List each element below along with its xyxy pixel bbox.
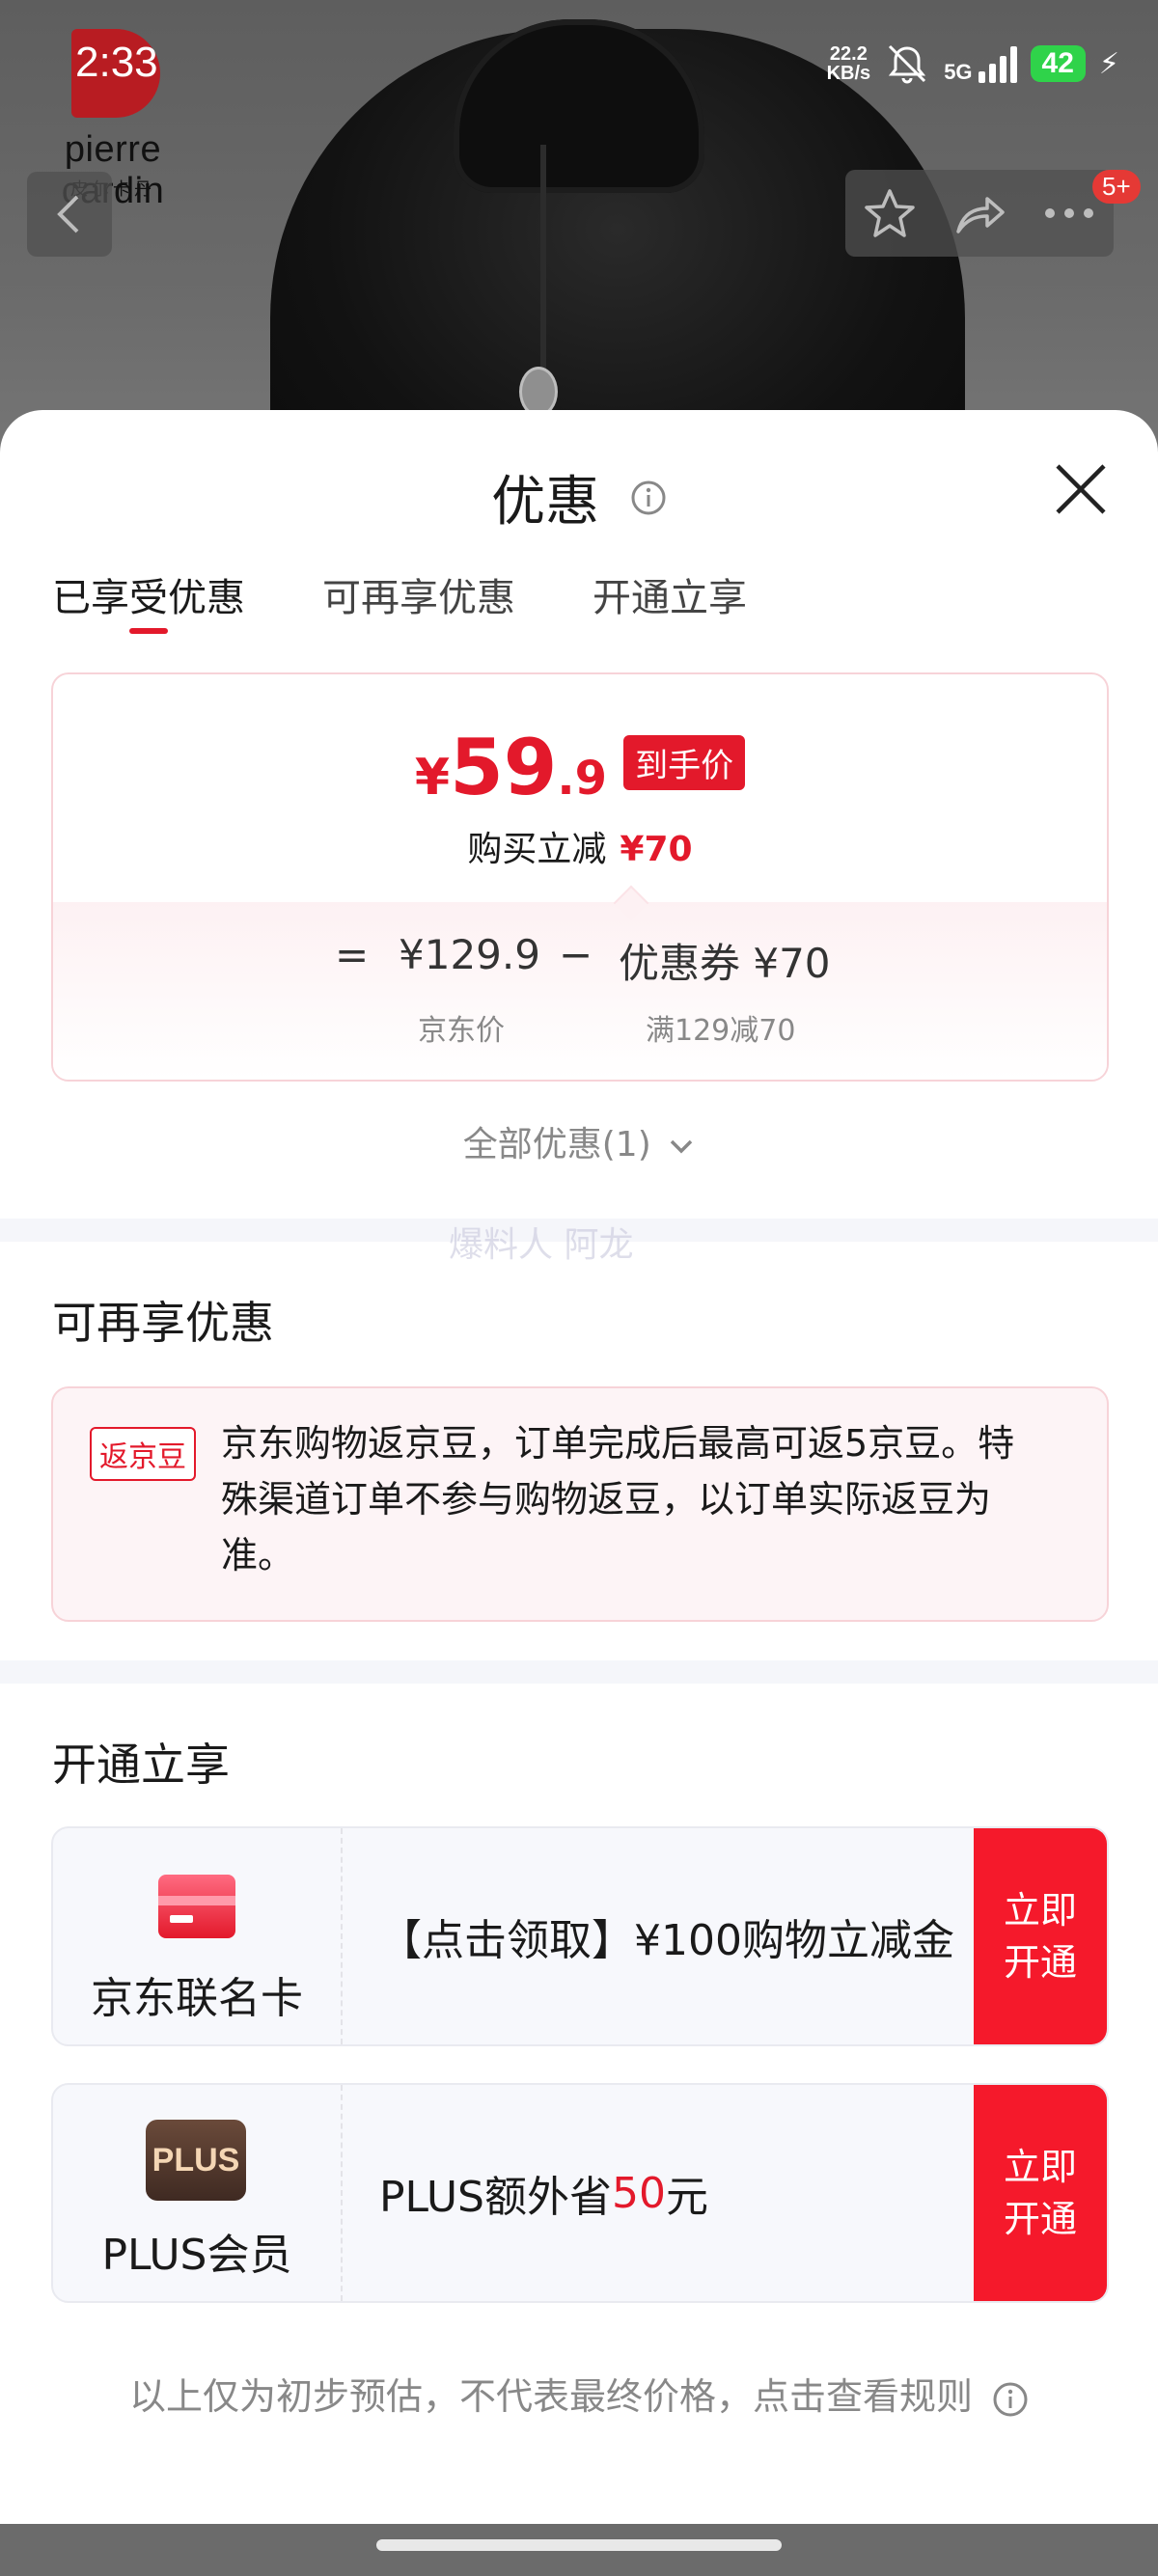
status-icons: 22.2 KB/s 5G 42 ⚡: [827, 37, 1119, 91]
chevron-left-icon: [57, 195, 79, 233]
offer-desc: PLUS额外省 50 元: [379, 2085, 708, 2301]
info-icon[interactable]: [630, 480, 667, 516]
credit-card-icon: [158, 1875, 235, 1938]
tab-label: 已享受优惠: [52, 576, 245, 620]
sheet-title: 优惠: [491, 471, 600, 534]
discount-tabs: 已享受优惠 可再享优惠 开通立享: [52, 566, 747, 634]
price-decimal: .9: [557, 752, 608, 806]
tab-label: 可再享优惠: [322, 576, 515, 620]
final-price-section: ¥59.9 到手价 购买立减 ¥70: [53, 674, 1107, 902]
offer-desc: 【点击领取】¥100购物立减金: [379, 1916, 954, 1965]
home-indicator[interactable]: [376, 2539, 782, 2551]
open-now-button[interactable]: 立即 开通: [974, 1828, 1107, 2044]
chevron-down-icon: [670, 1139, 693, 1154]
network-indicator: 5G: [944, 44, 1017, 84]
status-time: 2:33: [75, 39, 158, 86]
net-speed-unit: KB/s: [826, 63, 871, 84]
close-icon[interactable]: [1052, 460, 1110, 518]
more-discounts-title: 可再享优惠: [52, 1297, 274, 1349]
tab-more[interactable]: 可再享优惠: [322, 566, 515, 622]
minus-sign: −: [559, 931, 593, 978]
original-price-label: 京东价: [418, 1014, 505, 1048]
charging-icon: ⚡: [1098, 46, 1119, 81]
jd-beans-badge: 返京豆: [90, 1427, 196, 1481]
network-type: 5G: [944, 60, 973, 84]
back-button[interactable]: [27, 172, 112, 257]
rules-note-text: 以上仅为初步预估，不代表最终价格，点击查看规则: [128, 2375, 973, 2418]
share-button[interactable]: [946, 179, 1013, 247]
active-tab-indicator: [129, 628, 168, 634]
price-integer: 59: [450, 723, 558, 812]
battery-icon: 42: [1030, 45, 1086, 82]
coupon-amount: 优惠券 ¥70: [619, 940, 831, 987]
all-discounts-label: 全部优惠(1): [462, 1125, 651, 1165]
offer-label: PLUS会员: [101, 2231, 292, 2280]
star-icon: [865, 189, 916, 237]
offer-left: PLUS PLUS会员: [53, 2085, 343, 2301]
net-speed-value: 22.2: [829, 43, 868, 65]
open-benefits-title: 开通立享: [52, 1739, 230, 1791]
watermark: 爆料人 阿龙: [449, 1225, 634, 1265]
open-now-button[interactable]: 立即 开通: [974, 2085, 1107, 2301]
info-icon: [993, 2382, 1028, 2416]
message-badge: 5+: [1092, 170, 1141, 204]
jacket-zipper: [540, 145, 546, 396]
offer-desc-post: 元: [666, 2173, 708, 2222]
all-discounts-toggle[interactable]: 全部优惠(1): [0, 1116, 1158, 1166]
tab-enjoyed[interactable]: 已享受优惠: [52, 566, 245, 634]
reduce-label: 购买立减: [467, 830, 607, 869]
section-divider: [0, 1660, 1158, 1684]
equals-sign: =: [335, 931, 370, 978]
offer-desc-amount: 50: [612, 2168, 666, 2218]
tab-open[interactable]: 开通立享: [593, 566, 747, 622]
offer-left: 京东联名卡: [53, 1828, 343, 2044]
original-price: ¥129.9: [399, 931, 540, 978]
net-speed: 22.2 KB/s: [827, 44, 871, 83]
more-dots-icon: [1044, 208, 1093, 218]
plus-member-offer[interactable]: PLUS PLUS会员 PLUS额外省 50 元 立即 开通: [51, 2083, 1109, 2303]
signal-icon: [978, 44, 1017, 83]
price-breakdown: = ¥129.9 京东价 − 优惠券 ¥70 满129减70: [53, 902, 1107, 1080]
rules-note[interactable]: 以上仅为初步预估，不代表最终价格，点击查看规则: [0, 2367, 1158, 2420]
currency-symbol: ¥: [414, 749, 451, 807]
jd-beans-card: 返京豆 京东购物返京豆，订单完成后最高可返5京豆。特殊渠道订单不参与购物返豆，以…: [51, 1386, 1109, 1622]
final-price: ¥59.9 到手价: [53, 723, 1107, 812]
jd-beans-text: 京东购物返京豆，订单完成后最高可返5京豆。特殊渠道订单不参与购物返豆，以订单实际…: [221, 1422, 1015, 1576]
plus-badge-icon: PLUS: [146, 2120, 246, 2201]
offer-label: 京东联名卡: [91, 1974, 303, 2023]
co-brand-card-offer[interactable]: 京东联名卡 【点击领取】¥100购物立减金 立即 开通: [51, 1826, 1109, 2046]
sheet-header: 优惠: [0, 458, 1158, 536]
coupon-rule: 满129减70: [646, 1014, 796, 1048]
reduce-row: 购买立减 ¥70: [53, 821, 1107, 871]
discount-sheet: 优惠 已享受优惠 可再享优惠 开通立享 ¥59.9 到手价 购买立减 ¥70 =…: [0, 410, 1158, 2576]
price-card: ¥59.9 到手价 购买立减 ¥70 = ¥129.9 京东价 − 优惠券 ¥70…: [51, 672, 1109, 1082]
share-icon: [956, 197, 1005, 233]
top-actions: [845, 170, 1114, 257]
tab-label: 开通立享: [593, 576, 747, 620]
bell-muted-icon: [889, 44, 926, 84]
offer-desc-pre: PLUS额外省: [379, 2173, 612, 2222]
favorite-button[interactable]: [856, 179, 924, 247]
reduce-amount: ¥70: [620, 830, 693, 869]
final-price-tag: 到手价: [623, 735, 746, 790]
